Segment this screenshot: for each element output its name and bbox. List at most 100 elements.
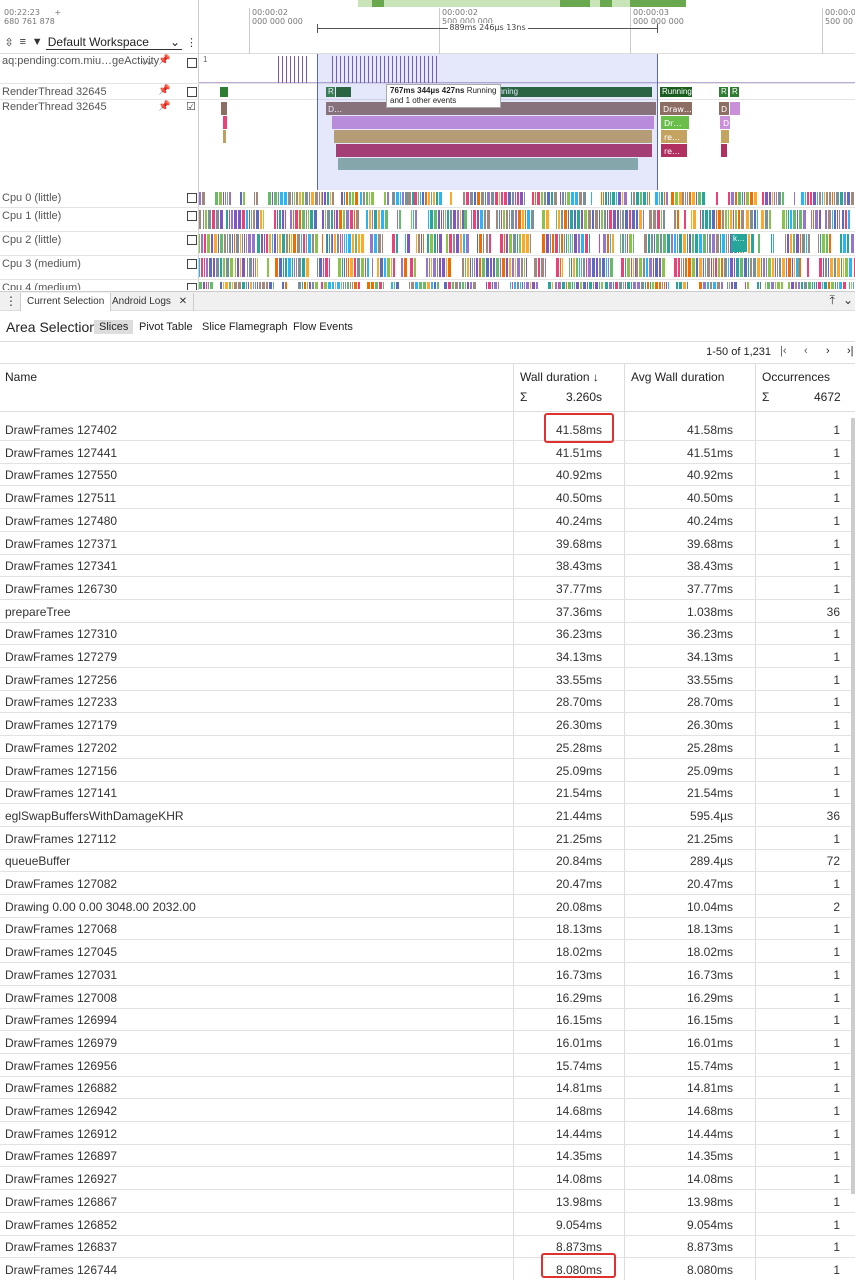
table-row[interactable]: DrawFrames 127480 40.24ms 40.24ms 1 — [0, 509, 855, 532]
table-row[interactable]: DrawFrames 127341 38.43ms 38.43ms 1 — [0, 554, 855, 578]
more-vert-icon[interactable]: ⋮ — [186, 36, 197, 49]
track-cpu-3[interactable]: Cpu 3 (medium) — [0, 256, 855, 280]
table-row[interactable]: DrawFrames 126744 8.080ms 8.080ms 1 — [0, 1258, 855, 1280]
time-axis[interactable]: 00:22:23 + 680 761 878 00:00:02 000 000 0… — [0, 0, 855, 54]
track-select-checkbox[interactable] — [187, 193, 197, 203]
cpu-canvas[interactable] — [199, 208, 855, 231]
cell-avg-wall-duration: 40.24ms — [686, 513, 733, 528]
subtab-flow-events[interactable]: Flow Events — [288, 320, 358, 334]
track-cpu-0[interactable]: Cpu 0 (little) — [0, 190, 855, 208]
table-row[interactable]: DrawFrames 126927 14.08ms 14.08ms 1 — [0, 1167, 855, 1191]
table-row[interactable]: DrawFrames 126852 9.054ms 9.054ms 1 — [0, 1213, 855, 1236]
table-row[interactable]: DrawFrames 126979 16.01ms 16.01ms 1 — [0, 1031, 855, 1054]
table-row[interactable]: Drawing 0.00 0.00 3048.00 2032.00 20.08ms… — [0, 895, 855, 918]
cpu-canvas[interactable] — [199, 190, 855, 207]
track-cpu-4[interactable]: Cpu 4 (medium) — [0, 280, 855, 290]
table-row[interactable]: DrawFrames 127031 16.73ms 16.73ms 1 — [0, 963, 855, 986]
counter-chart-icon[interactable]: 〰 — [142, 55, 152, 70]
table-row[interactable]: DrawFrames 126897 14.35ms 14.35ms 1 — [0, 1144, 855, 1168]
checked-checkbox-icon[interactable]: ☑ — [186, 100, 196, 113]
sort-lines-icon[interactable]: ≡ — [18, 36, 28, 48]
track-select-checkbox[interactable] — [187, 87, 197, 97]
track-select-checkbox[interactable] — [187, 235, 197, 245]
tab-android-logs[interactable]: Android Logs ✕ — [106, 293, 195, 311]
table-row[interactable]: DrawFrames 126730 37.77ms 37.77ms 1 — [0, 577, 855, 600]
table-row[interactable]: DrawFrames 127279 34.13ms 34.13ms 1 — [0, 645, 855, 668]
column-header-avg-wall-duration[interactable]: Avg Wall duration — [631, 370, 724, 384]
collapse-all-icon[interactable]: ⇳ — [4, 36, 14, 49]
track-cpu-1[interactable]: Cpu 1 (little) — [0, 208, 855, 232]
cpu-slice-bar — [824, 192, 825, 205]
table-row[interactable]: DrawFrames 127402 41.58ms 41.58ms 1 — [0, 418, 855, 441]
next-page-icon[interactable]: › — [826, 345, 830, 357]
state-slice[interactable] — [220, 87, 228, 97]
timeline-panel[interactable]: 00:22:23 + 680 761 878 00:00:02 000 000 0… — [0, 0, 855, 290]
cpu-slice-bar — [303, 234, 305, 253]
cpu-canvas[interactable] — [199, 256, 855, 279]
table-row[interactable]: DrawFrames 127045 18.02ms 18.02ms 1 — [0, 940, 855, 964]
table-row[interactable]: DrawFrames 126942 14.68ms 14.68ms 1 — [0, 1099, 855, 1122]
table-row[interactable]: DrawFrames 127441 41.51ms 41.51ms 1 — [0, 441, 855, 464]
track-select-checkbox[interactable] — [187, 283, 197, 290]
table-row[interactable]: DrawFrames 126837 8.873ms 8.873ms 1 — [0, 1235, 855, 1259]
table-row[interactable]: eglSwapBuffersWithDamageKHR 21.44ms 595.4µ… — [0, 804, 855, 827]
cpu-slice-bar — [803, 210, 806, 229]
cpu-canvas[interactable]: k… — [199, 232, 855, 255]
track-cpu-2[interactable]: Cpu 2 (little) k… — [0, 232, 855, 256]
table-row[interactable]: DrawFrames 127008 16.29ms 16.29ms 1 — [0, 986, 855, 1009]
pin-icon[interactable]: 📌 — [158, 55, 170, 66]
table-scrollbar[interactable] — [851, 418, 855, 1194]
prev-page-icon[interactable]: ‹ — [804, 345, 808, 357]
subtab-slice-flamegraph[interactable]: Slice Flamegraph — [197, 320, 293, 334]
expand-panel-icon[interactable]: ⤒ — [830, 293, 835, 308]
pin-icon[interactable]: 📌 — [158, 101, 170, 112]
workspace-select[interactable]: Default Workspace ⌄ — [45, 35, 183, 50]
track-select-checkbox[interactable] — [187, 211, 197, 221]
table-row[interactable]: DrawFrames 126956 15.74ms 15.74ms 1 — [0, 1054, 855, 1077]
table-row[interactable]: DrawFrames 127068 18.13ms 18.13ms 1 — [0, 917, 855, 941]
more-vert-icon[interactable]: ⋮ — [5, 294, 17, 308]
table-row[interactable]: DrawFrames 127202 25.28ms 25.28ms 1 — [0, 736, 855, 759]
table-row[interactable]: DrawFrames 127112 21.25ms 21.25ms 1 — [0, 827, 855, 850]
track-select-checkbox[interactable] — [187, 259, 197, 269]
pin-icon[interactable]: 📌 — [158, 85, 170, 96]
table-row[interactable]: DrawFrames 126867 13.98ms 13.98ms 1 — [0, 1190, 855, 1213]
cpu-slice-bar — [509, 210, 510, 229]
area-selection-overlay[interactable] — [317, 54, 658, 190]
table-row[interactable]: prepareTree 37.36ms 1.038ms 36 — [0, 600, 855, 623]
table-row[interactable]: DrawFrames 127511 40.50ms 40.50ms 1 — [0, 486, 855, 510]
subtab-slices[interactable]: Slices — [94, 320, 134, 334]
cpu-slice-bar — [248, 282, 249, 289]
last-page-icon[interactable]: ›| — [847, 345, 854, 357]
table-row[interactable]: DrawFrames 127233 28.70ms 28.70ms 1 — [0, 690, 855, 714]
column-header-occurrences[interactable]: Occurrences — [762, 370, 830, 384]
track-select-checkbox[interactable] — [187, 58, 197, 68]
column-header-wall-duration[interactable]: Wall duration ↓ — [520, 370, 599, 384]
cell-occurrences: 1 — [833, 967, 840, 982]
table-row[interactable]: DrawFrames 127179 26.30ms 26.30ms 1 — [0, 713, 855, 737]
table-row[interactable]: DrawFrames 127371 39.68ms 39.68ms 1 — [0, 532, 855, 555]
cpu-slice-bar — [537, 192, 540, 205]
table-row[interactable]: DrawFrames 127310 36.23ms 36.23ms 1 — [0, 622, 855, 646]
table-row[interactable]: DrawFrames 126882 14.81ms 14.81ms 1 — [0, 1076, 855, 1100]
state-slice-running[interactable]: Running — [660, 87, 692, 97]
table-row[interactable]: DrawFrames 126912 14.44ms 14.44ms 1 — [0, 1122, 855, 1145]
state-slice[interactable]: R — [730, 87, 739, 97]
table-row[interactable]: DrawFrames 127550 40.92ms 40.92ms 1 — [0, 463, 855, 487]
cpu-slice[interactable]: k… — [731, 234, 747, 252]
table-row[interactable]: DrawFrames 127156 25.09ms 25.09ms 1 — [0, 759, 855, 782]
filter-icon[interactable]: ▼ — [32, 36, 43, 48]
tab-current-selection[interactable]: Current Selection — [20, 293, 112, 311]
table-row[interactable]: DrawFrames 127141 21.54ms 21.54ms 1 — [0, 781, 855, 805]
table-row[interactable]: DrawFrames 126994 16.15ms 16.15ms 1 — [0, 1008, 855, 1032]
state-slice[interactable]: R — [719, 87, 728, 97]
column-header-name[interactable]: Name — [5, 370, 37, 384]
cpu-canvas[interactable] — [199, 280, 855, 290]
table-row[interactable]: queueBuffer 20.84ms 289.4µs 72 — [0, 849, 855, 873]
table-row[interactable]: DrawFrames 127256 33.55ms 33.55ms 1 — [0, 668, 855, 691]
first-page-icon[interactable]: |‹ — [780, 345, 787, 357]
close-icon[interactable]: ✕ — [179, 296, 187, 307]
subtab-pivot-table[interactable]: Pivot Table — [134, 320, 198, 334]
chevron-down-icon[interactable]: ⌄ — [843, 293, 853, 308]
table-row[interactable]: DrawFrames 127082 20.47ms 20.47ms 1 — [0, 872, 855, 895]
